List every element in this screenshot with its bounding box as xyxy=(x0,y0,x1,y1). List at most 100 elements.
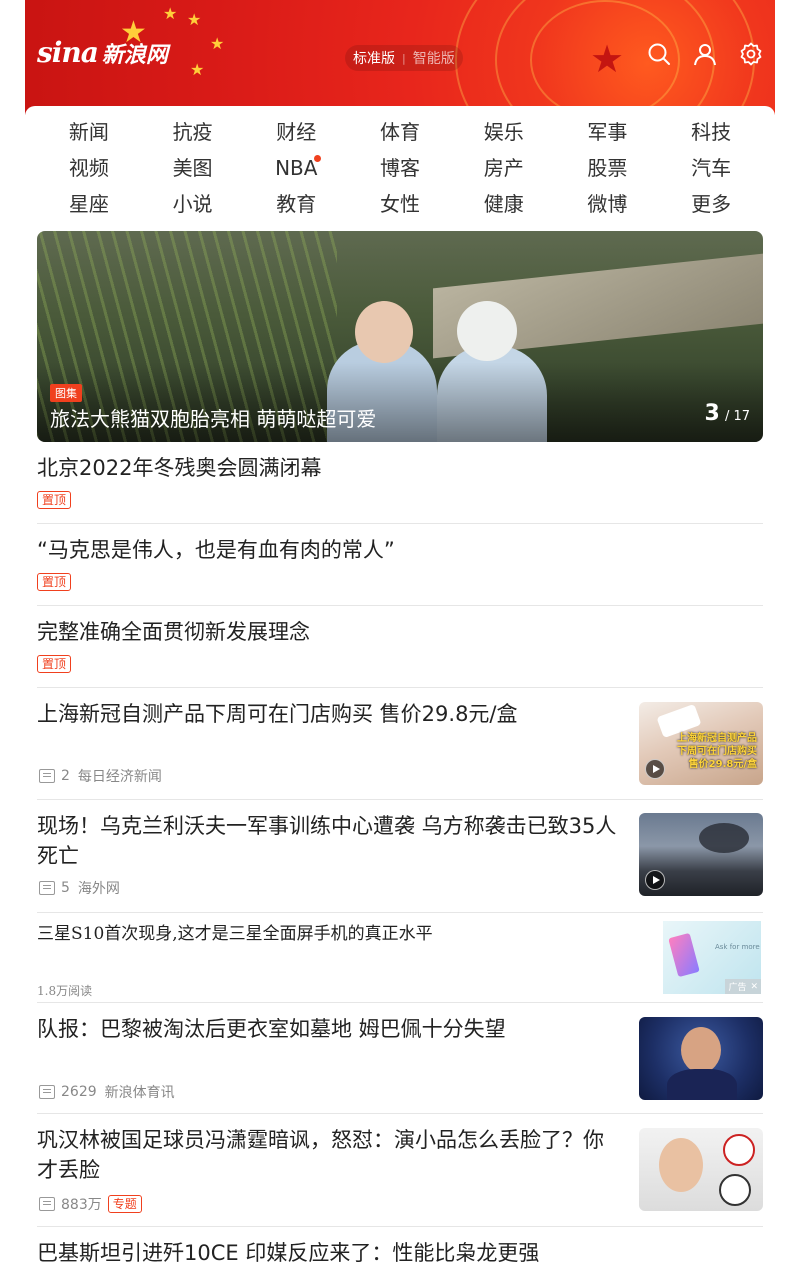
thumb-line: 售价29.8元/盒 xyxy=(688,759,757,770)
header-banner: ★ ★ ★ ★ ★ ★ sina 新浪网 标准版 | 智能版 xyxy=(25,0,775,115)
news-source: 新浪体育讯 xyxy=(104,1085,175,1101)
thumb-face xyxy=(659,1138,703,1192)
comment-icon xyxy=(39,881,55,895)
nav-item-label: 健康 xyxy=(483,192,524,216)
nav-item[interactable]: 股票 xyxy=(556,154,660,182)
news-title[interactable]: 巩汉林被国足球员冯潇霆暗讽，怒怼：演小品怎么丢脸了？你才丢脸 xyxy=(37,1125,622,1185)
notification-dot xyxy=(314,155,322,162)
nav-item-label: 更多 xyxy=(691,192,732,216)
nav-item-label: 新闻 xyxy=(68,120,109,144)
nav-item[interactable]: 美图 xyxy=(141,154,245,182)
version-switch: 标准版 | 智能版 xyxy=(345,45,463,71)
news-meta: 883万 专题 xyxy=(39,1194,142,1214)
nav-item-label: 科技 xyxy=(691,120,732,144)
nav-item[interactable]: 军事 xyxy=(556,118,660,146)
nav-item[interactable]: 汽车 xyxy=(659,154,763,182)
hero-caption[interactable]: 旅法大熊猫双胞胎亮相 萌萌哒超可爱 xyxy=(50,403,376,432)
pinned-badge: 置顶 xyxy=(37,491,72,509)
news-title[interactable]: “马克思是伟人，也是有血有肉的常人” xyxy=(37,535,395,565)
news-item[interactable]: 北京2022年冬残奥会圆满闭幕 置顶 xyxy=(37,442,763,524)
nav-item[interactable]: NBA xyxy=(244,154,348,182)
comment-icon xyxy=(39,1085,55,1099)
special-badge[interactable]: 专题 xyxy=(107,1195,142,1213)
nav-item[interactable]: 新闻 xyxy=(37,118,141,146)
sina-logo[interactable]: sina 新浪网 xyxy=(37,36,168,69)
news-item[interactable]: 上海新冠自测产品下周可在门店购买 售价29.8元/盒 2 每日经济新闻 上海新冠… xyxy=(37,688,763,800)
ad-close-icon[interactable]: ✕ xyxy=(750,982,758,992)
star-icon: ★ xyxy=(187,10,202,29)
hero-slideshow[interactable]: 图集 旅法大熊猫双胞胎亮相 萌萌哒超可爱 3 / 17 xyxy=(37,231,763,442)
nav-item-label: 汽车 xyxy=(691,156,732,180)
news-title[interactable]: 完整准确全面贯彻新发展理念 xyxy=(37,617,310,647)
nav-item-label: 娱乐 xyxy=(483,120,524,144)
thumb-body xyxy=(667,1069,737,1100)
news-source: 每日经济新闻 xyxy=(77,769,162,785)
star-icon: ★ xyxy=(163,4,178,23)
settings-icon[interactable] xyxy=(739,42,763,66)
nav-item-label: NBA xyxy=(275,156,318,180)
news-item[interactable]: “马克思是伟人，也是有血有肉的常人” 置顶 xyxy=(37,524,763,606)
hero-counter-current: 3 xyxy=(704,401,720,426)
nav-item-label: 教育 xyxy=(276,192,317,216)
nav-item-label: 军事 xyxy=(587,120,628,144)
news-title[interactable]: 现场！乌克兰利沃夫一军事训练中心遭袭 乌方称袭击已致35人死亡 xyxy=(37,811,622,871)
news-title[interactable]: 北京2022年冬残奥会圆满闭幕 xyxy=(37,453,321,483)
news-item[interactable]: 巩汉林被国足球员冯潇霆暗讽，怒怼：演小品怎么丢脸了？你才丢脸 883万 专题 xyxy=(37,1114,763,1227)
hero-counter: 3 / 17 xyxy=(705,401,750,426)
news-thumbnail[interactable] xyxy=(639,1128,763,1211)
play-icon[interactable] xyxy=(645,870,665,890)
user-icon[interactable] xyxy=(693,42,717,66)
ad-item[interactable]: 三星S10首次现身,这才是三星全面屏手机的真正水平 1.8万阅读 Ask for… xyxy=(37,913,763,1003)
ad-label-bar: 广告 ✕ xyxy=(725,979,761,994)
channel-grid: 新闻 抗疫 财经 体育 娱乐 军事 科技视频 美图 NBA 博客 房产 股票 汽车星座 小说 教育 女性 健康 微… xyxy=(37,118,763,218)
channel-nav: 新闻 抗疫 财经 体育 娱乐 军事 科技视频 美图 NBA 博客 房产 股票 汽车星座 小说 教育 女性 健康 微… xyxy=(25,106,775,230)
nav-item[interactable]: 财经 xyxy=(244,118,348,146)
version-smart[interactable]: 智能版 xyxy=(413,48,455,68)
ad-thumbnail[interactable]: Ask for more 广告 ✕ xyxy=(663,921,761,994)
nav-item-label: 房产 xyxy=(483,156,524,180)
thumb-line: 下周可在门店购买 xyxy=(677,746,757,757)
nav-item[interactable]: 微博 xyxy=(556,190,660,218)
comment-count: 2629 xyxy=(61,1084,97,1100)
nav-item[interactable]: 更多 xyxy=(659,190,763,218)
ad-image-text: Ask for more xyxy=(715,943,760,951)
nav-item-label: 微博 xyxy=(587,192,628,216)
nav-item[interactable]: 抗疫 xyxy=(141,118,245,146)
news-item[interactable]: 完整准确全面贯彻新发展理念 置顶 xyxy=(37,606,763,688)
nav-item[interactable]: 小说 xyxy=(141,190,245,218)
comment-count: 5 xyxy=(61,880,70,896)
nav-item[interactable]: 视频 xyxy=(37,154,141,182)
header-icons xyxy=(647,42,763,66)
ad-title[interactable]: 三星S10首次现身,这才是三星全面屏手机的真正水平 xyxy=(37,923,433,945)
news-thumbnail[interactable]: 上海新冠自测产品 下周可在门店购买 售价29.8元/盒 xyxy=(639,702,763,785)
nav-item[interactable]: 健康 xyxy=(452,190,556,218)
news-title[interactable]: 巴基斯坦引进歼10CE 印媒反应来了：性能比枭龙更强 xyxy=(37,1238,622,1268)
version-standard[interactable]: 标准版 xyxy=(353,48,395,68)
thumb-overlay-text: 上海新冠自测产品 下周可在门店购买 售价29.8元/盒 xyxy=(677,732,757,771)
star-icon: ★ xyxy=(190,60,205,79)
nav-item-label: 体育 xyxy=(379,120,420,144)
news-item[interactable]: 巴基斯坦引进歼10CE 印媒反应来了：性能比枭龙更强 xyxy=(37,1227,763,1280)
news-thumbnail[interactable] xyxy=(639,1017,763,1100)
comment-icon xyxy=(39,1197,55,1211)
nav-item[interactable]: 星座 xyxy=(37,190,141,218)
news-thumbnail[interactable] xyxy=(639,813,763,896)
news-title[interactable]: 队报：巴黎被淘汰后更衣室如墓地 姆巴佩十分失望 xyxy=(37,1014,622,1044)
nav-item[interactable]: 房产 xyxy=(452,154,556,182)
news-meta: 5 海外网 xyxy=(39,878,120,898)
news-item[interactable]: 队报：巴黎被淘汰后更衣室如墓地 姆巴佩十分失望 2629 新浪体育讯 xyxy=(37,1003,763,1114)
news-source: 海外网 xyxy=(77,881,120,897)
news-item[interactable]: 现场！乌克兰利沃夫一军事训练中心遭袭 乌方称袭击已致35人死亡 5 海外网 xyxy=(37,800,763,913)
nav-item[interactable]: 科技 xyxy=(659,118,763,146)
nav-item-label: 星座 xyxy=(68,192,109,216)
nav-item[interactable]: 女性 xyxy=(348,190,452,218)
nav-item[interactable]: 体育 xyxy=(348,118,452,146)
nav-item[interactable]: 娱乐 xyxy=(452,118,556,146)
nav-item[interactable]: 教育 xyxy=(244,190,348,218)
search-icon[interactable] xyxy=(647,42,671,66)
nav-item[interactable]: 博客 xyxy=(348,154,452,182)
news-title[interactable]: 上海新冠自测产品下周可在门店购买 售价29.8元/盒 xyxy=(37,699,622,729)
comment-icon xyxy=(39,769,55,783)
nav-item-label: 财经 xyxy=(276,120,317,144)
play-icon[interactable] xyxy=(645,759,665,779)
